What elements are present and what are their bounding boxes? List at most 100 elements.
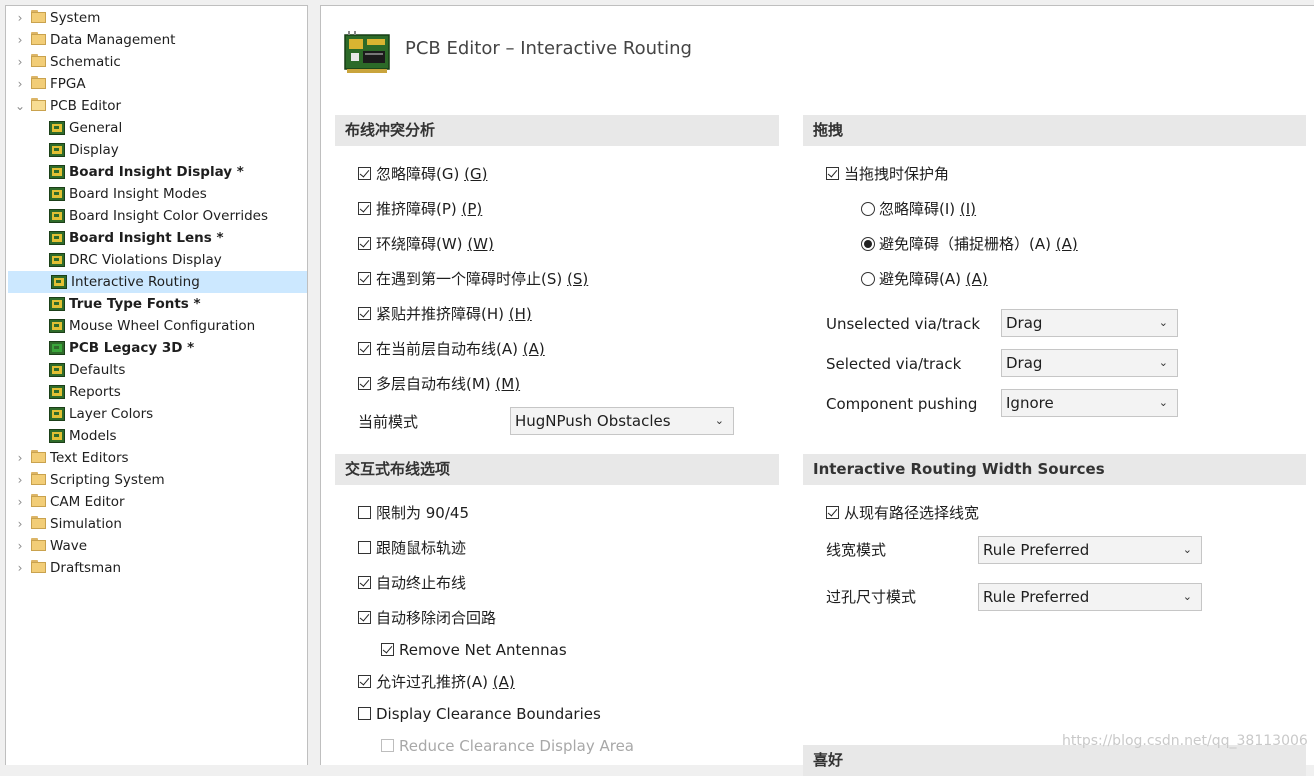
radio-label: 忽略障碍(I) — [879, 200, 960, 218]
tree-item-system[interactable]: › System — [6, 7, 307, 29]
checkbox-label: 在遇到第一个障碍时停止(S) — [376, 270, 567, 288]
tree-item-label: Data Management — [50, 32, 176, 48]
tree-item-label: Reports — [69, 384, 121, 400]
chevron-right-icon[interactable]: › — [15, 535, 25, 557]
checkbox[interactable] — [358, 707, 371, 720]
section-interactive-options: 交互式布线选项 — [335, 454, 779, 485]
checkbox[interactable] — [358, 541, 371, 554]
pcb-page-icon — [49, 363, 65, 377]
tree-item-reports[interactable]: Reports — [6, 381, 307, 403]
checkbox-label: 环绕障碍(W) — [376, 235, 468, 253]
checkbox[interactable] — [358, 272, 371, 285]
chevron-right-icon[interactable]: › — [15, 7, 25, 29]
checkbox[interactable] — [358, 202, 371, 215]
tree-item-draftsman[interactable]: › Draftsman — [6, 557, 307, 579]
tree-item-label: Schematic — [50, 54, 121, 70]
chevron-right-icon[interactable]: › — [15, 73, 25, 95]
tree-item-pcb-legacy-3d[interactable]: PCB Legacy 3D * — [6, 337, 307, 359]
chevron-right-icon[interactable]: › — [15, 469, 25, 491]
hotkey-label: (W) — [467, 235, 494, 253]
tree-item-true-type-fonts[interactable]: True Type Fonts * — [6, 293, 307, 315]
checkbox[interactable] — [358, 237, 371, 250]
folder-icon — [31, 494, 46, 507]
radio-button[interactable] — [861, 272, 875, 286]
chevron-right-icon[interactable]: › — [15, 513, 25, 535]
checkbox[interactable] — [826, 167, 839, 180]
current-mode-dropdown[interactable]: HugNPush Obstacles ⌄ — [510, 407, 734, 435]
tree-item-wave[interactable]: › Wave — [6, 535, 307, 557]
width-field-dropdown[interactable]: Rule Preferred ⌄ — [978, 536, 1202, 564]
chevron-right-icon[interactable]: › — [15, 447, 25, 469]
tree-item-interactive-routing[interactable]: Interactive Routing — [8, 271, 307, 293]
chevron-right-icon[interactable]: › — [15, 51, 25, 73]
tree-item-board-insight-color-overrides[interactable]: Board Insight Color Overrides — [6, 205, 307, 227]
pcb-page-icon — [49, 253, 65, 267]
page-title: PCB Editor – Interactive Routing — [405, 38, 692, 59]
tree-item-label: PCB Editor — [50, 98, 122, 114]
tree-item-display[interactable]: Display — [6, 139, 307, 161]
tree-item-simulation[interactable]: › Simulation — [6, 513, 307, 535]
drag-field-dropdown[interactable]: Ignore ⌄ — [1001, 389, 1178, 417]
checkbox-label: 从现有路径选择线宽 — [844, 504, 980, 522]
width-field-dropdown[interactable]: Rule Preferred ⌄ — [978, 583, 1202, 611]
tree-item-label: CAM Editor — [50, 494, 125, 510]
tree-item-defaults[interactable]: Defaults — [6, 359, 307, 381]
tree-item-label: Board Insight Display * — [69, 164, 244, 180]
tree-item-mouse-wheel-configuration[interactable]: Mouse Wheel Configuration — [6, 315, 307, 337]
tree-item-schematic[interactable]: › Schematic — [6, 51, 307, 73]
tree-item-fpga[interactable]: › FPGA — [6, 73, 307, 95]
checkbox[interactable] — [381, 739, 394, 752]
checkbox-label: Reduce Clearance Display Area — [399, 737, 634, 755]
tree-item-text-editors[interactable]: › Text Editors — [6, 447, 307, 469]
tree-item-board-insight-modes[interactable]: Board Insight Modes — [6, 183, 307, 205]
checkbox[interactable] — [826, 506, 839, 519]
pcb-page-icon — [49, 165, 65, 179]
checkbox-label: 紧贴并推挤障碍(H) — [376, 305, 509, 323]
checkbox[interactable] — [358, 576, 371, 589]
drag-field-dropdown[interactable]: Drag ⌄ — [1001, 349, 1178, 377]
radio-button[interactable] — [861, 202, 875, 216]
tree-item-board-insight-lens[interactable]: Board Insight Lens * — [6, 227, 307, 249]
tree-item-cam-editor[interactable]: › CAM Editor — [6, 491, 307, 513]
tree-item-label: Draftsman — [50, 560, 122, 576]
chevron-down-icon: ⌄ — [1182, 543, 1192, 556]
tree-item-label: Board Insight Lens * — [69, 230, 224, 246]
pcb-page-icon — [49, 319, 65, 333]
tree-item-data-management[interactable]: › Data Management — [6, 29, 307, 51]
tree-item-label: Board Insight Modes — [69, 186, 207, 202]
chevron-right-icon[interactable]: › — [15, 557, 25, 579]
radio-label: 避免障碍（捕捉栅格）(A) — [879, 235, 1056, 253]
checkbox[interactable] — [358, 506, 371, 519]
chevron-down-icon[interactable]: ⌄ — [15, 95, 25, 117]
chevron-right-icon[interactable]: › — [15, 491, 25, 513]
tree-item-label: Simulation — [50, 516, 122, 532]
tree-item-scripting-system[interactable]: › Scripting System — [6, 469, 307, 491]
checkbox[interactable] — [358, 342, 371, 355]
checkbox[interactable] — [381, 643, 394, 656]
folder-icon — [31, 54, 46, 67]
hotkey-label: (A) — [965, 270, 988, 288]
width-field-label: 线宽模式 — [826, 541, 887, 559]
pcb-page-icon — [49, 187, 65, 201]
checkbox[interactable] — [358, 675, 371, 688]
hotkey-label: (A) — [492, 673, 515, 691]
drag-field-dropdown[interactable]: Drag ⌄ — [1001, 309, 1178, 337]
checkbox-label: 多层自动布线(M) — [376, 375, 496, 393]
tree-item-board-insight-display[interactable]: Board Insight Display * — [6, 161, 307, 183]
checkbox[interactable] — [358, 377, 371, 390]
checkbox[interactable] — [358, 611, 371, 624]
pcb-3d-icon — [49, 341, 65, 355]
tree-item-models[interactable]: Models — [6, 425, 307, 447]
hotkey-label: (H) — [508, 305, 532, 323]
tree-item-general[interactable]: General — [6, 117, 307, 139]
checkbox[interactable] — [358, 167, 371, 180]
pcb-page-icon — [49, 429, 65, 443]
radio-button[interactable] — [861, 237, 875, 251]
tree-item-layer-colors[interactable]: Layer Colors — [6, 403, 307, 425]
checkbox-label: 允许过孔推挤(A) — [376, 673, 493, 691]
tree-item-pcb-editor[interactable]: ⌄ PCB Editor — [6, 95, 307, 117]
checkbox[interactable] — [358, 307, 371, 320]
pcb-page-icon — [49, 297, 65, 311]
chevron-right-icon[interactable]: › — [15, 29, 25, 51]
tree-item-drc-violations-display[interactable]: DRC Violations Display — [6, 249, 307, 271]
